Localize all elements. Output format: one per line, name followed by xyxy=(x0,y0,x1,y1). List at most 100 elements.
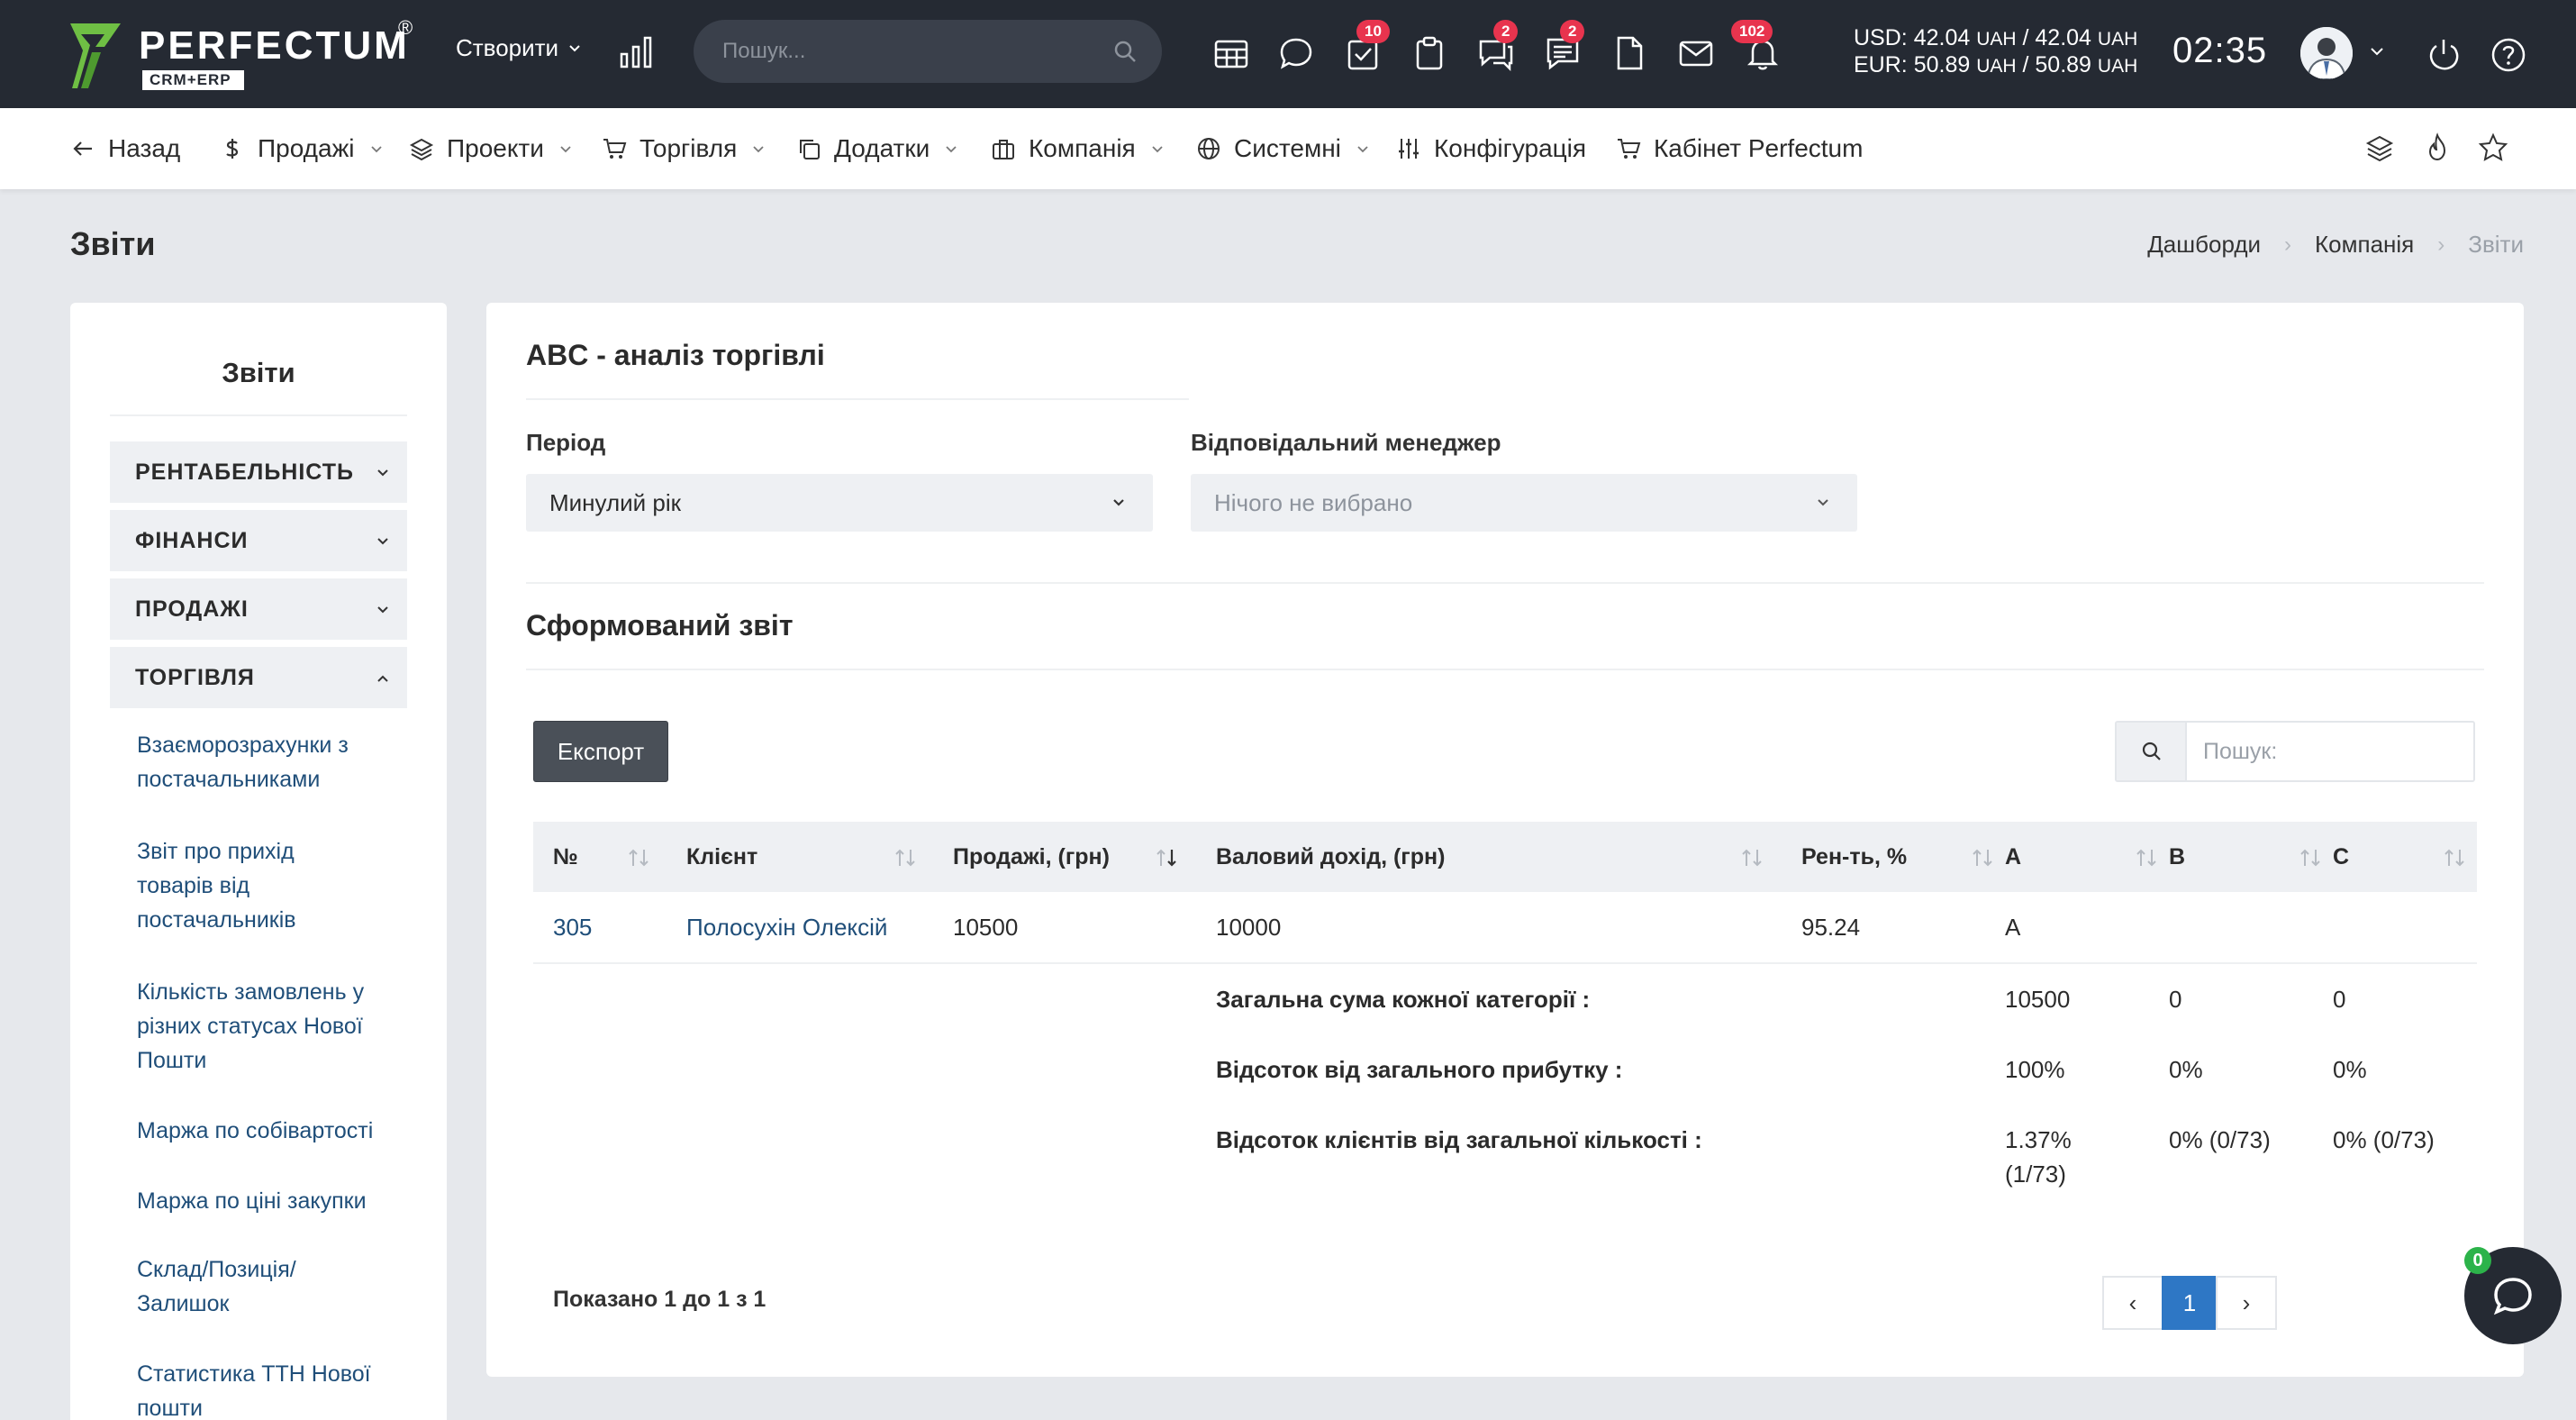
chevron-up-icon xyxy=(377,675,388,682)
layers-icon[interactable] xyxy=(2363,132,2396,164)
sidebar-link-line: Маржа по собівартості xyxy=(137,1118,374,1143)
help-icon[interactable] xyxy=(2490,36,2527,74)
bar-chart-icon[interactable] xyxy=(618,34,654,70)
sort-icon[interactable] xyxy=(1971,848,1994,868)
nav-configuration[interactable]: Конфігурація xyxy=(1396,108,1586,189)
avatar[interactable] xyxy=(2300,27,2353,79)
search-icon[interactable] xyxy=(1113,40,1137,63)
sidebar-link-line: Пошти xyxy=(137,1048,207,1073)
sort-icon[interactable] xyxy=(893,848,917,868)
column-header-a[interactable]: A xyxy=(2005,822,2021,892)
report-card: ABC - аналіз торгівлі Період Минулий рік… xyxy=(486,303,2524,1377)
chevron-down-icon xyxy=(370,146,382,153)
usd-buy: 42.04 xyxy=(1913,25,1971,50)
chat-widget-badge: 0 xyxy=(2464,1247,2491,1274)
column-header-c[interactable]: C xyxy=(2333,822,2349,892)
breadcrumb-dashboards[interactable]: Дашборди xyxy=(2147,231,2261,259)
cell-category-a: A xyxy=(2005,914,2021,941)
usd-label: USD: xyxy=(1854,25,1908,50)
column-header-b[interactable]: B xyxy=(2169,822,2185,892)
sidebar-link-supplier-settlements[interactable]: Взаєморозрахунки з постачальниками xyxy=(137,728,407,796)
manager-select[interactable]: Нічого не вибрано xyxy=(1191,474,1857,532)
nav-trade[interactable]: Торгівля xyxy=(602,108,766,189)
cell-sales: 10500 xyxy=(953,914,1019,941)
sidebar-category-finance[interactable]: ФІНАНСИ xyxy=(110,510,407,571)
nav-perfectum-cabinet[interactable]: Кабінет Perfectum xyxy=(1616,108,1863,189)
nav-sales[interactable]: Продажі xyxy=(220,108,384,189)
period-select[interactable]: Минулий рік xyxy=(526,474,1153,532)
summary-clients-pct-a-ratio: (1/73) xyxy=(2005,1161,2066,1188)
usd-currency-2: UAH xyxy=(2097,29,2138,50)
nav-back[interactable]: Назад xyxy=(70,108,180,189)
sidebar-link-ttn-stats[interactable]: Статистика ТТН Нової пошти xyxy=(137,1357,407,1420)
sort-icon[interactable] xyxy=(2135,848,2158,868)
sort-icon[interactable] xyxy=(1740,848,1764,868)
sidebar-category-trade[interactable]: ТОРГІВЛЯ xyxy=(110,647,407,708)
sidebar-category-label: ПРОДАЖІ xyxy=(135,596,249,622)
summary-total-label: Загальна сума кожної категорії : xyxy=(1216,986,1591,1013)
nav-sales-label: Продажі xyxy=(258,134,355,162)
clipboard-icon[interactable] xyxy=(1410,34,1448,72)
tasks-button[interactable]: 10 xyxy=(1344,20,1390,72)
global-search-input[interactable] xyxy=(722,20,1101,83)
export-button[interactable]: Експорт xyxy=(533,721,668,782)
star-icon[interactable] xyxy=(2477,132,2509,164)
logo-registered-mark: ® xyxy=(398,16,413,39)
row-divider xyxy=(533,962,2477,964)
search-icon xyxy=(2142,742,2161,760)
sidebar-link-purchase-margin[interactable]: Маржа по ціні закупки xyxy=(137,1184,407,1218)
column-header-number[interactable]: № xyxy=(553,822,578,892)
chat-button[interactable]: 2 xyxy=(1477,20,1519,72)
report-title: ABC - аналіз торгівлі xyxy=(526,339,825,371)
sidebar-link-line: різних статусах Нової xyxy=(137,1014,363,1039)
sidebar-title: Звіти xyxy=(222,357,295,388)
create-dropdown[interactable]: Створити xyxy=(456,34,582,62)
comment-icon[interactable] xyxy=(1277,34,1315,72)
sort-icon[interactable] xyxy=(2299,848,2322,868)
mail-icon[interactable] xyxy=(1677,34,1715,72)
nav-configuration-label: Конфігурація xyxy=(1434,134,1587,162)
cell-number[interactable]: 305 xyxy=(553,910,592,944)
nav-trade-label: Торгівля xyxy=(639,134,738,162)
sort-icon[interactable] xyxy=(2443,848,2466,868)
column-header-sales[interactable]: Продажі, (грн) xyxy=(953,822,1110,892)
sidebar-link-warehouse-stock[interactable]: Склад/Позиція/ Залишок xyxy=(137,1252,407,1321)
power-icon[interactable] xyxy=(2425,36,2463,74)
column-header-profitability[interactable]: Рен-ть, % xyxy=(1801,822,1907,892)
summary-profit-pct-c: 0% xyxy=(2333,1056,2367,1083)
nav-addons[interactable]: Додатки xyxy=(796,108,958,189)
chevron-down-icon xyxy=(1818,499,1828,506)
sort-icon[interactable] xyxy=(627,848,650,868)
nav-company[interactable]: Компанія xyxy=(991,108,1165,189)
document-icon[interactable] xyxy=(1610,34,1648,72)
sidebar-link-goods-receipt[interactable]: Звіт про прихід товарів від постачальник… xyxy=(137,834,407,937)
breadcrumb-current: Звіти xyxy=(2468,231,2524,258)
sidebar-link-cost-margin[interactable]: Маржа по собівартості xyxy=(137,1114,407,1148)
sort-desc-icon[interactable] xyxy=(1155,848,1178,868)
table-search-input[interactable] xyxy=(2203,723,2464,780)
sidebar-link-nova-poshta-orders[interactable]: Кількість замовлень у різних статусах Но… xyxy=(137,975,407,1078)
column-header-gross-income[interactable]: Валовий дохід, (грн) xyxy=(1216,822,1445,892)
pagination-next[interactable]: › xyxy=(2216,1276,2277,1330)
fire-icon[interactable] xyxy=(2421,132,2454,164)
messages-button[interactable]: 2 xyxy=(1544,20,1585,72)
sidebar-category-profitability[interactable]: РЕНТАБЕЛЬНІСТЬ xyxy=(110,441,407,503)
pagination-page[interactable]: 1 xyxy=(2162,1276,2218,1330)
chevron-down-icon[interactable] xyxy=(2369,43,2385,59)
nav-addons-label: Додатки xyxy=(834,134,930,162)
chevron-down-icon xyxy=(377,538,388,545)
breadcrumb-company[interactable]: Компанія xyxy=(2315,231,2414,259)
table-search-icon-box xyxy=(2117,723,2187,780)
nav-projects[interactable]: Проекти xyxy=(409,108,573,189)
sidebar-category-sales[interactable]: ПРОДАЖІ xyxy=(110,578,407,640)
cell-client[interactable]: Полосухін Олексій xyxy=(686,910,887,944)
nav-system[interactable]: Системні xyxy=(1196,108,1370,189)
page-title: Звіти xyxy=(70,225,156,262)
create-label: Створити xyxy=(456,34,559,61)
logo-text: PERFECTUM xyxy=(139,23,410,68)
column-header-client[interactable]: Клієнт xyxy=(686,822,757,892)
pagination-prev[interactable]: ‹ xyxy=(2102,1276,2163,1330)
calendar-table-icon[interactable] xyxy=(1212,34,1250,72)
app-logo[interactable]: PERFECTUM ® CRM+ERP xyxy=(68,16,429,94)
notifications-button[interactable]: 102 xyxy=(1731,20,1782,72)
